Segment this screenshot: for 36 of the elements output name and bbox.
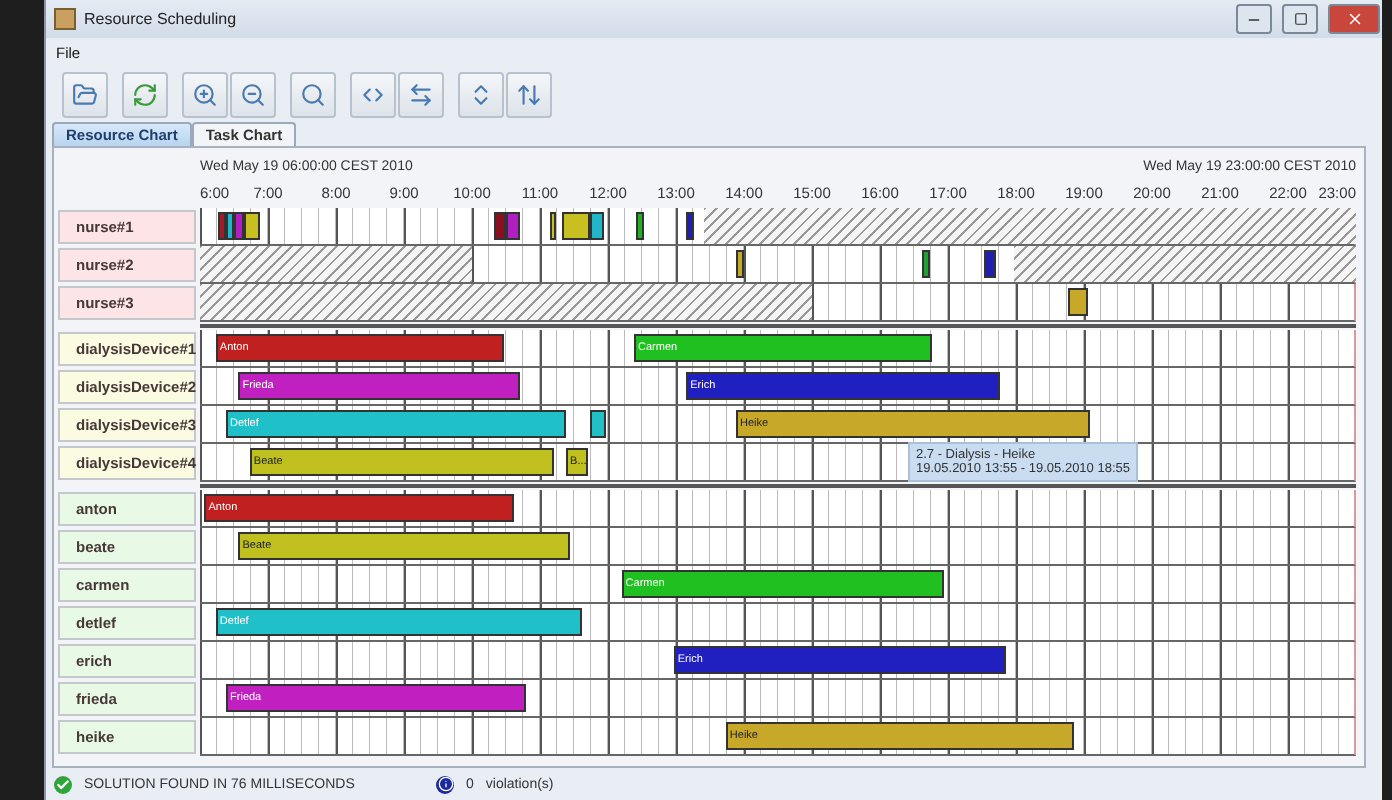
- task-bar[interactable]: [589, 410, 606, 438]
- shrink-horizontal-button[interactable]: [398, 71, 444, 117]
- minimize-button[interactable]: [1236, 4, 1272, 34]
- maximize-icon: [1293, 12, 1307, 26]
- task-bar[interactable]: [1068, 288, 1089, 316]
- zoom-in-icon: [192, 81, 218, 107]
- close-icon: [1345, 10, 1363, 28]
- refresh-icon: [132, 81, 158, 107]
- task-bar[interactable]: [550, 212, 557, 240]
- task-bar[interactable]: [561, 212, 590, 240]
- task-bar[interactable]: [736, 250, 744, 278]
- expand-horizontal-button[interactable]: [350, 71, 396, 117]
- expand-vertical-button[interactable]: [458, 71, 504, 117]
- folder-icon: [72, 81, 98, 107]
- shrink-vertical-icon: [516, 81, 542, 107]
- app-icon: [54, 8, 76, 30]
- refresh-button[interactable]: [122, 71, 168, 117]
- task-bar[interactable]: [226, 212, 234, 240]
- task-bar[interactable]: [921, 250, 930, 278]
- close-button[interactable]: [1328, 4, 1380, 34]
- zoom-fit-icon: [300, 81, 326, 107]
- zoom-fit-button[interactable]: [290, 71, 336, 117]
- zoom-out-icon: [240, 81, 266, 107]
- task-bar[interactable]: [686, 212, 695, 240]
- maximize-button[interactable]: [1282, 4, 1318, 34]
- folder-button[interactable]: [62, 71, 108, 117]
- success-icon: [54, 775, 72, 793]
- task-bar[interactable]: [493, 212, 506, 240]
- task-bar[interactable]: [244, 212, 261, 240]
- shrink-vertical-button[interactable]: [506, 71, 552, 117]
- window-title: Resource Scheduling: [84, 10, 239, 28]
- zoom-out-button[interactable]: [230, 71, 276, 117]
- zoom-in-button[interactable]: [182, 71, 228, 117]
- info-icon: [436, 775, 454, 793]
- task-bar[interactable]: [636, 212, 645, 240]
- shrink-horizontal-icon: [408, 81, 434, 107]
